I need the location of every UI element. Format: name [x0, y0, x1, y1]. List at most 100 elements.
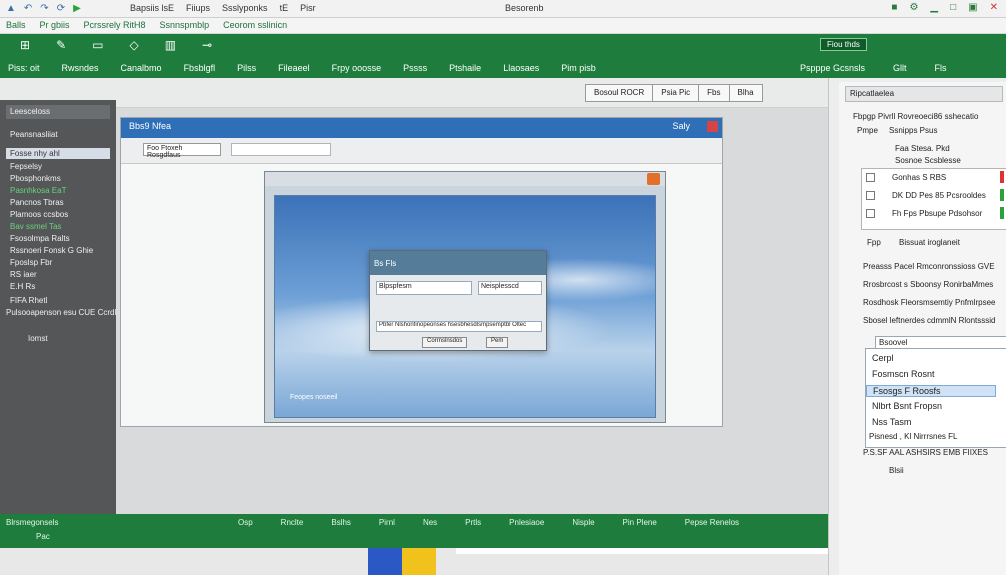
- left-panel-item[interactable]: Fposlsp Fbr: [10, 258, 52, 267]
- restore-icon[interactable]: ▣: [968, 2, 977, 13]
- status-item[interactable]: Osp: [238, 518, 253, 527]
- status-item[interactable]: Pepse Renelos: [685, 518, 739, 527]
- dropdown-option[interactable]: Cerpl: [872, 353, 894, 363]
- redo-icon[interactable]: ↷: [40, 3, 48, 14]
- left-panel-item[interactable]: Peansnasliiat: [10, 130, 58, 139]
- left-panel-item[interactable]: FIFA Rhetl: [10, 296, 47, 305]
- dropdown-option[interactable]: Nss Tasm: [872, 417, 911, 427]
- status-item[interactable]: Bslhs: [331, 518, 351, 527]
- dropdown-option[interactable]: Fosmscn Rosnt: [872, 369, 935, 379]
- dropdown-option[interactable]: Nlbrt Bsnt Fropsn: [872, 401, 942, 411]
- table-checkbox[interactable]: [866, 209, 875, 218]
- ribbon-tab-right[interactable]: Fls: [935, 63, 947, 73]
- status-item[interactable]: Rnclte: [281, 518, 304, 527]
- background-window-titlebar[interactable]: Bbs9 Nfea Saly: [121, 118, 722, 138]
- cancel-button[interactable]: Pem: [486, 337, 509, 348]
- search-field[interactable]: [231, 143, 331, 156]
- view-tab[interactable]: Psia Pic: [652, 84, 700, 102]
- ribbon-tab[interactable]: Pim pisb: [561, 63, 596, 73]
- ok-button[interactable]: Corrnslnsdos: [422, 337, 468, 348]
- table-checkbox[interactable]: [866, 173, 875, 182]
- ribbon-tab-right[interactable]: Pspppe Gcsnsls: [800, 63, 865, 73]
- ribbon-tab[interactable]: Rwsndes: [62, 63, 99, 73]
- sub-toolbar-item[interactable]: Ceorom sslinicn: [223, 20, 287, 30]
- image-viewer-titlebar[interactable]: [265, 172, 665, 186]
- status-item[interactable]: Prtls: [465, 518, 481, 527]
- status-item[interactable]: Nisple: [572, 518, 594, 527]
- table-checkbox[interactable]: [866, 191, 875, 200]
- ribbon-tab[interactable]: Ptshaile: [449, 63, 481, 73]
- dropdown-option-selected[interactable]: Fsosgs F Roosfs: [866, 385, 996, 397]
- task-pane-label: Fbpgp Pivrll Rovreoeci86 sshecatio: [853, 112, 979, 121]
- table-row[interactable]: DK DD Pes 85 Pcsrooldes: [892, 191, 986, 200]
- close-icon[interactable]: [647, 173, 660, 185]
- sub-toolbar-item[interactable]: Pr gbiis: [40, 20, 70, 30]
- left-panel-item[interactable]: Bav ssmel Tas: [10, 222, 61, 231]
- ribbon-tab[interactable]: Canalbmo: [121, 63, 162, 73]
- sub-toolbar-item[interactable]: Ssnnspmblp: [160, 20, 210, 30]
- ribbon-icon-pencil[interactable]: ✎: [56, 38, 66, 52]
- taskbar-app-icon[interactable]: [402, 548, 436, 575]
- dialog-field[interactable]: Pbfer Nlshonfinopeonses hsesbhesdlsmpsem…: [376, 321, 542, 332]
- close-icon[interactable]: [707, 121, 718, 132]
- title-menu-item[interactable]: Bapsiis lsE: [130, 3, 174, 13]
- title-menu-item[interactable]: Pisr: [300, 3, 316, 13]
- status-item[interactable]: Nes: [423, 518, 437, 527]
- table-row[interactable]: Fh Fps Pbsupe Pdsohsor: [892, 209, 982, 218]
- undo-icon[interactable]: ↶: [24, 3, 32, 14]
- minimize-icon[interactable]: ▁: [930, 2, 938, 13]
- left-panel-item[interactable]: Pbosphonkms: [10, 174, 61, 183]
- sub-toolbar-item[interactable]: Pcrssrely RitH8: [84, 20, 146, 30]
- taskbar-app-icon[interactable]: [368, 548, 402, 575]
- ribbon-icon-shapes[interactable]: ◇: [129, 38, 138, 52]
- view-tab[interactable]: Blha: [728, 84, 763, 102]
- sub-toolbar-item[interactable]: Balls: [6, 20, 26, 30]
- left-panel-item-selected[interactable]: Fosse nhy ahl: [6, 148, 110, 159]
- ribbon-tab[interactable]: Llaosaes: [503, 63, 539, 73]
- address-field[interactable]: Foo Ftoxeh Rosgdfaus: [143, 143, 221, 159]
- settings-icon[interactable]: ⚙: [909, 2, 918, 13]
- view-tab[interactable]: Fbs: [698, 84, 730, 102]
- status-item[interactable]: Pin Plene: [623, 518, 657, 527]
- play-icon[interactable]: ▶: [73, 3, 81, 14]
- table-row[interactable]: Gonhas S RBS: [892, 173, 946, 182]
- ribbon-tab[interactable]: Piss: oit: [8, 63, 40, 73]
- ribbon-tab[interactable]: Fbsblgfl: [184, 63, 216, 73]
- left-panel-item[interactable]: Pasnhkosa EaT: [10, 186, 66, 195]
- left-panel-item[interactable]: Pancnos Tbras: [10, 198, 64, 207]
- ribbon-account-button[interactable]: Fiou thds: [820, 38, 867, 51]
- left-panel-item[interactable]: Plamoos ccsbos: [10, 210, 68, 219]
- save-icon[interactable]: ▲: [6, 3, 16, 14]
- ribbon-icon-image[interactable]: ▭: [92, 38, 103, 52]
- ribbon-icon-chart[interactable]: ▥: [165, 38, 176, 52]
- left-panel-item[interactable]: Iomst: [28, 334, 48, 343]
- dialog-field[interactable]: Neisplesscd: [478, 281, 542, 295]
- status-bar: Blrsmegonsels Pac Osp Rnclte Bslhs Pirnl…: [0, 514, 828, 548]
- maximize-icon[interactable]: □: [950, 2, 956, 13]
- ribbon-tab-right[interactable]: Gllt: [893, 63, 907, 73]
- title-menu-item[interactable]: Ssslyponks: [222, 3, 268, 13]
- left-panel-item[interactable]: Pulsooapenson esu CUE Ccrdlooll: [6, 308, 129, 317]
- close-icon[interactable]: ✕: [990, 2, 998, 13]
- ribbon-icon-grid[interactable]: ⊞: [20, 38, 30, 52]
- title-menu-item[interactable]: tE: [280, 3, 289, 13]
- title-menu-item[interactable]: Fiiups: [186, 3, 210, 13]
- left-panel-item[interactable]: Fsosolmpa Ralts: [10, 234, 70, 243]
- left-panel-item[interactable]: RS iaer: [10, 270, 37, 279]
- view-tab[interactable]: Bosoul ROCR: [585, 84, 654, 102]
- ribbon-icon-link[interactable]: ⊸: [202, 38, 212, 52]
- pin-icon[interactable]: ■: [891, 2, 897, 13]
- left-panel-header: Leesceloss: [6, 105, 110, 119]
- left-panel-item[interactable]: Fepselsy: [10, 162, 42, 171]
- status-item[interactable]: Pirnl: [379, 518, 395, 527]
- ribbon-tab[interactable]: Frpy ooosse: [332, 63, 382, 73]
- left-panel-item[interactable]: Rssnoeri Fonsk G Ghie: [10, 246, 93, 255]
- left-panel-item[interactable]: E.H Rs: [10, 282, 35, 291]
- ribbon-tab[interactable]: Pilss: [237, 63, 256, 73]
- dialog-field[interactable]: Blpspfesm: [376, 281, 472, 295]
- ribbon-tab[interactable]: Fileaeel: [278, 63, 310, 73]
- refresh-icon[interactable]: ⟳: [57, 3, 65, 14]
- dialog-box[interactable]: Bs Fls Blpspfesm Neisplesscd Pbfer Nlsho…: [369, 250, 547, 351]
- status-item[interactable]: Pnlesiaoe: [509, 518, 544, 527]
- ribbon-tab[interactable]: Pssss: [403, 63, 427, 73]
